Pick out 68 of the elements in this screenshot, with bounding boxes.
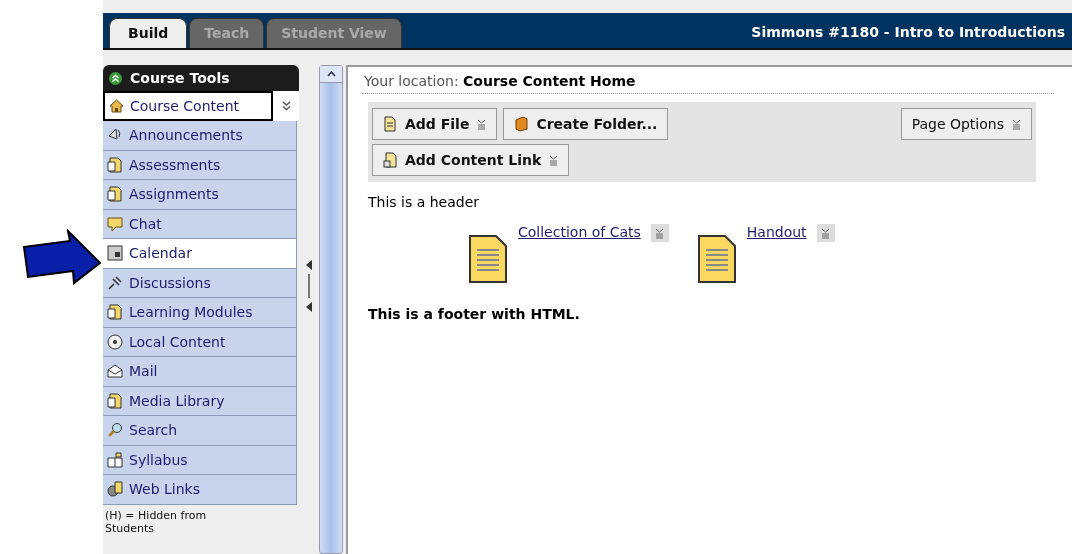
sidebar-item[interactable]: Mail bbox=[103, 357, 297, 387]
caret-up-icon bbox=[326, 71, 336, 77]
collapse-icon[interactable] bbox=[109, 71, 122, 85]
toolbar-button[interactable]: Create Folder... bbox=[503, 108, 669, 140]
item-label: Assessments bbox=[129, 156, 221, 173]
pages-icon bbox=[107, 304, 123, 321]
sidebar-item[interactable]: Media Library bbox=[103, 386, 297, 416]
item-label: Search bbox=[129, 422, 178, 439]
item-label: Syllabus bbox=[129, 451, 188, 468]
pages-icon bbox=[107, 392, 123, 409]
folder-icon bbox=[514, 116, 529, 132]
calendar-icon bbox=[107, 245, 123, 262]
scroll-up-button[interactable] bbox=[320, 66, 342, 83]
item-menu-button[interactable] bbox=[816, 224, 835, 242]
item-menu-button[interactable] bbox=[650, 224, 669, 242]
item-label: Discussions bbox=[129, 274, 211, 291]
header-text: This is a header bbox=[368, 194, 481, 210]
page-options-button[interactable]: Page Options bbox=[900, 108, 1032, 140]
item-label: Course Content bbox=[130, 98, 239, 114]
location-label: Your location: bbox=[364, 73, 459, 89]
menu-caret-icon bbox=[477, 118, 487, 130]
sidebar-item[interactable]: Learning Modules bbox=[103, 298, 297, 328]
item-label: Mail bbox=[129, 363, 158, 380]
hidden-note: (H) = Hidden from Students bbox=[104, 507, 208, 535]
speech-bubble-icon bbox=[107, 215, 123, 232]
footer-text: This is a footer with HTML. bbox=[368, 306, 581, 322]
sidebar-item[interactable]: Web Links bbox=[103, 475, 297, 505]
location-value: Course Content Home bbox=[463, 73, 636, 89]
menu-caret-icon bbox=[1012, 118, 1021, 130]
item-label: Calendar bbox=[129, 245, 192, 262]
item-label: Assignments bbox=[129, 186, 219, 203]
sidebar-item[interactable]: Local Content bbox=[103, 327, 297, 357]
search-icon bbox=[107, 422, 123, 439]
file-link[interactable]: Handout bbox=[746, 224, 807, 240]
item-label: Web Links bbox=[129, 481, 200, 498]
document-icon[interactable] bbox=[468, 234, 508, 284]
sidebar-item[interactable]: Calendar bbox=[103, 239, 297, 269]
item-label: Local Content bbox=[129, 333, 226, 350]
sidebar-item[interactable]: Assignments bbox=[103, 180, 297, 210]
sidebar-item[interactable]: Search bbox=[103, 416, 297, 446]
sidebar-item[interactable]: Course Content bbox=[103, 91, 273, 121]
page-icon bbox=[383, 116, 397, 132]
sidebar-item[interactable]: Announcements bbox=[103, 121, 297, 151]
sidebar-item[interactable]: Syllabus bbox=[103, 445, 297, 475]
scroll-bar[interactable] bbox=[319, 65, 343, 554]
item-label: Announcements bbox=[129, 127, 243, 144]
link-page-icon bbox=[383, 152, 397, 168]
toolbar-button[interactable]: Add File bbox=[372, 108, 498, 140]
item-label: Chat bbox=[129, 215, 162, 232]
item-label: Learning Modules bbox=[129, 304, 253, 321]
menu-caret-icon bbox=[821, 227, 831, 239]
disc-icon bbox=[107, 333, 123, 350]
arrow-icon bbox=[22, 229, 102, 285]
document-icon[interactable] bbox=[696, 234, 737, 284]
sidebar-item[interactable]: Assessments bbox=[103, 150, 297, 180]
toolbar-button[interactable]: Add Content Link bbox=[372, 144, 570, 176]
double-chevron-icon bbox=[281, 101, 291, 111]
house-icon bbox=[109, 99, 124, 113]
envelope-icon bbox=[107, 363, 123, 380]
sidebar-title: Course Tools bbox=[130, 70, 230, 86]
item-label: Media Library bbox=[129, 392, 225, 409]
sidebar-item[interactable]: Chat bbox=[103, 209, 297, 239]
course-title: Simmons #1180 - Intro to Introductions bbox=[751, 24, 1066, 42]
file-link[interactable]: Collection of Cats bbox=[518, 224, 641, 240]
sidebar-item[interactable]: Discussions bbox=[103, 268, 297, 298]
menu-caret-icon bbox=[655, 227, 665, 239]
tab[interactable]: Build bbox=[109, 18, 188, 48]
menu-caret-icon bbox=[549, 154, 559, 166]
